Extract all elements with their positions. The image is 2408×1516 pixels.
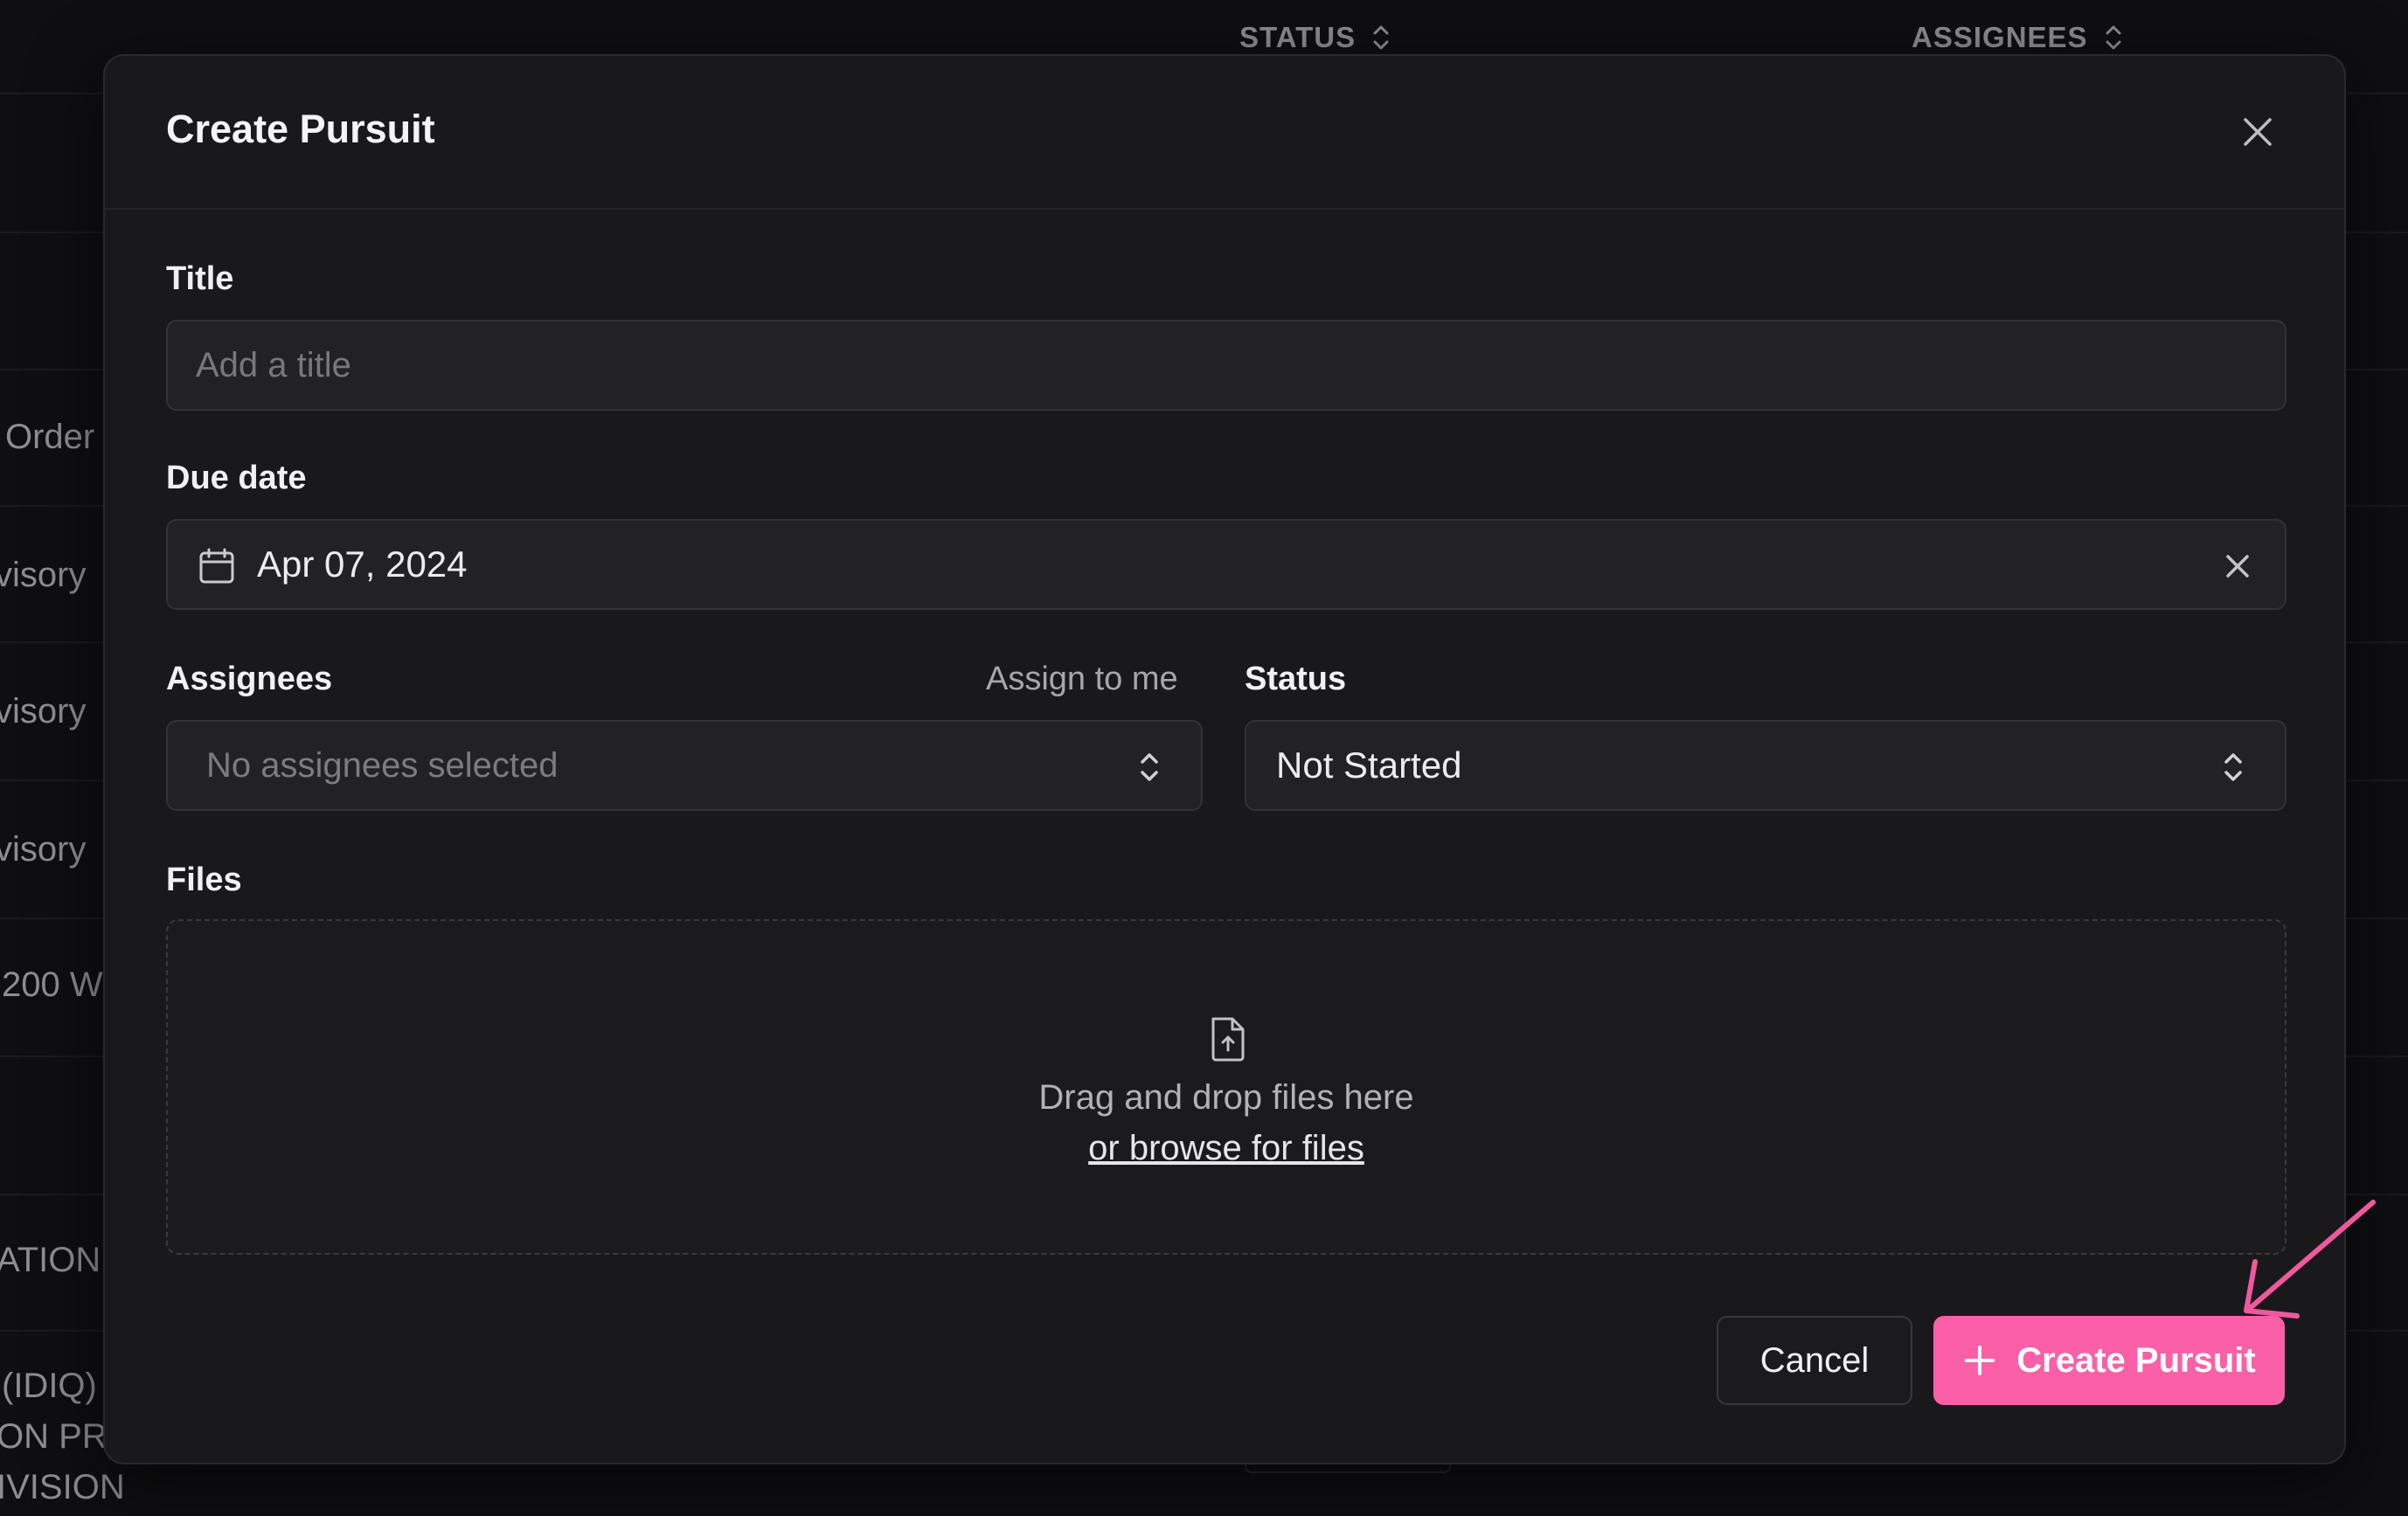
due-date-label: Due date bbox=[166, 460, 307, 496]
file-dropzone[interactable]: Drag and drop files here or browse for f… bbox=[166, 919, 2287, 1255]
modal-title: Create Pursuit bbox=[166, 107, 435, 151]
bg-row-text: visory bbox=[0, 830, 87, 869]
title-label: Title bbox=[166, 260, 234, 297]
annotation-arrow-icon bbox=[2244, 1200, 2376, 1319]
close-icon bbox=[2244, 118, 2272, 146]
assignees-label: Assignees bbox=[166, 661, 333, 697]
title-input[interactable] bbox=[168, 322, 2285, 409]
due-date-field[interactable]: Apr 07, 2024 bbox=[166, 519, 2287, 610]
file-upload-icon bbox=[1211, 1017, 1245, 1062]
bg-row-text: (IDIQ) bbox=[2, 1367, 97, 1405]
assign-to-me-link[interactable]: Assign to me bbox=[986, 661, 1178, 698]
browse-files-link[interactable]: or browse for files bbox=[168, 1129, 2285, 1168]
bg-row-text: visory bbox=[0, 692, 87, 730]
assignees-select[interactable]: No assignees selected bbox=[166, 720, 1203, 811]
status-column-label: STATUS bbox=[1239, 21, 1357, 53]
bg-row-text: Order bbox=[5, 418, 95, 456]
calendar-icon bbox=[199, 548, 234, 584]
bg-row-text: IVISION bbox=[0, 1468, 125, 1506]
app-stage: STATUS ASSIGNEES Order visory visory vis… bbox=[0, 0, 2408, 1516]
files-label: Files bbox=[166, 862, 242, 898]
status-column-header[interactable]: STATUS bbox=[1239, 21, 1391, 54]
assignees-column-label: ASSIGNEES bbox=[1912, 21, 2088, 53]
bg-row-text: 200 W bbox=[2, 966, 103, 1004]
create-pursuit-label: Create Pursuit bbox=[2016, 1340, 2256, 1380]
plus-icon bbox=[1965, 1346, 1995, 1375]
status-value: Not Started bbox=[1276, 744, 1462, 786]
bg-row-text: visory bbox=[0, 556, 87, 594]
chevron-updown-icon bbox=[2224, 753, 2242, 781]
assignees-placeholder: No assignees selected bbox=[206, 745, 559, 785]
modal-header: Create Pursuit bbox=[105, 56, 2344, 210]
due-date-value: Apr 07, 2024 bbox=[257, 543, 468, 585]
close-button[interactable] bbox=[2236, 110, 2280, 154]
status-select[interactable]: Not Started bbox=[1245, 720, 2287, 811]
create-pursuit-modal: Create Pursuit Title Due date Apr 07, 20… bbox=[103, 54, 2376, 1464]
bg-row-text: ATION bbox=[0, 1241, 101, 1279]
title-field bbox=[166, 320, 2287, 411]
assignees-column-header[interactable]: ASSIGNEES bbox=[1912, 21, 2123, 54]
drop-instructions: Drag and drop files here bbox=[1038, 1078, 1414, 1117]
chevron-updown-icon bbox=[1141, 753, 1158, 781]
cancel-button[interactable]: Cancel bbox=[1717, 1316, 1912, 1405]
status-label: Status bbox=[1245, 661, 1347, 697]
create-pursuit-button[interactable]: Create Pursuit bbox=[1933, 1316, 2285, 1405]
sort-icon bbox=[1373, 25, 1389, 50]
clear-icon bbox=[2226, 555, 2249, 578]
clear-date-button[interactable] bbox=[2220, 549, 2255, 584]
sort-icon bbox=[2106, 25, 2121, 50]
